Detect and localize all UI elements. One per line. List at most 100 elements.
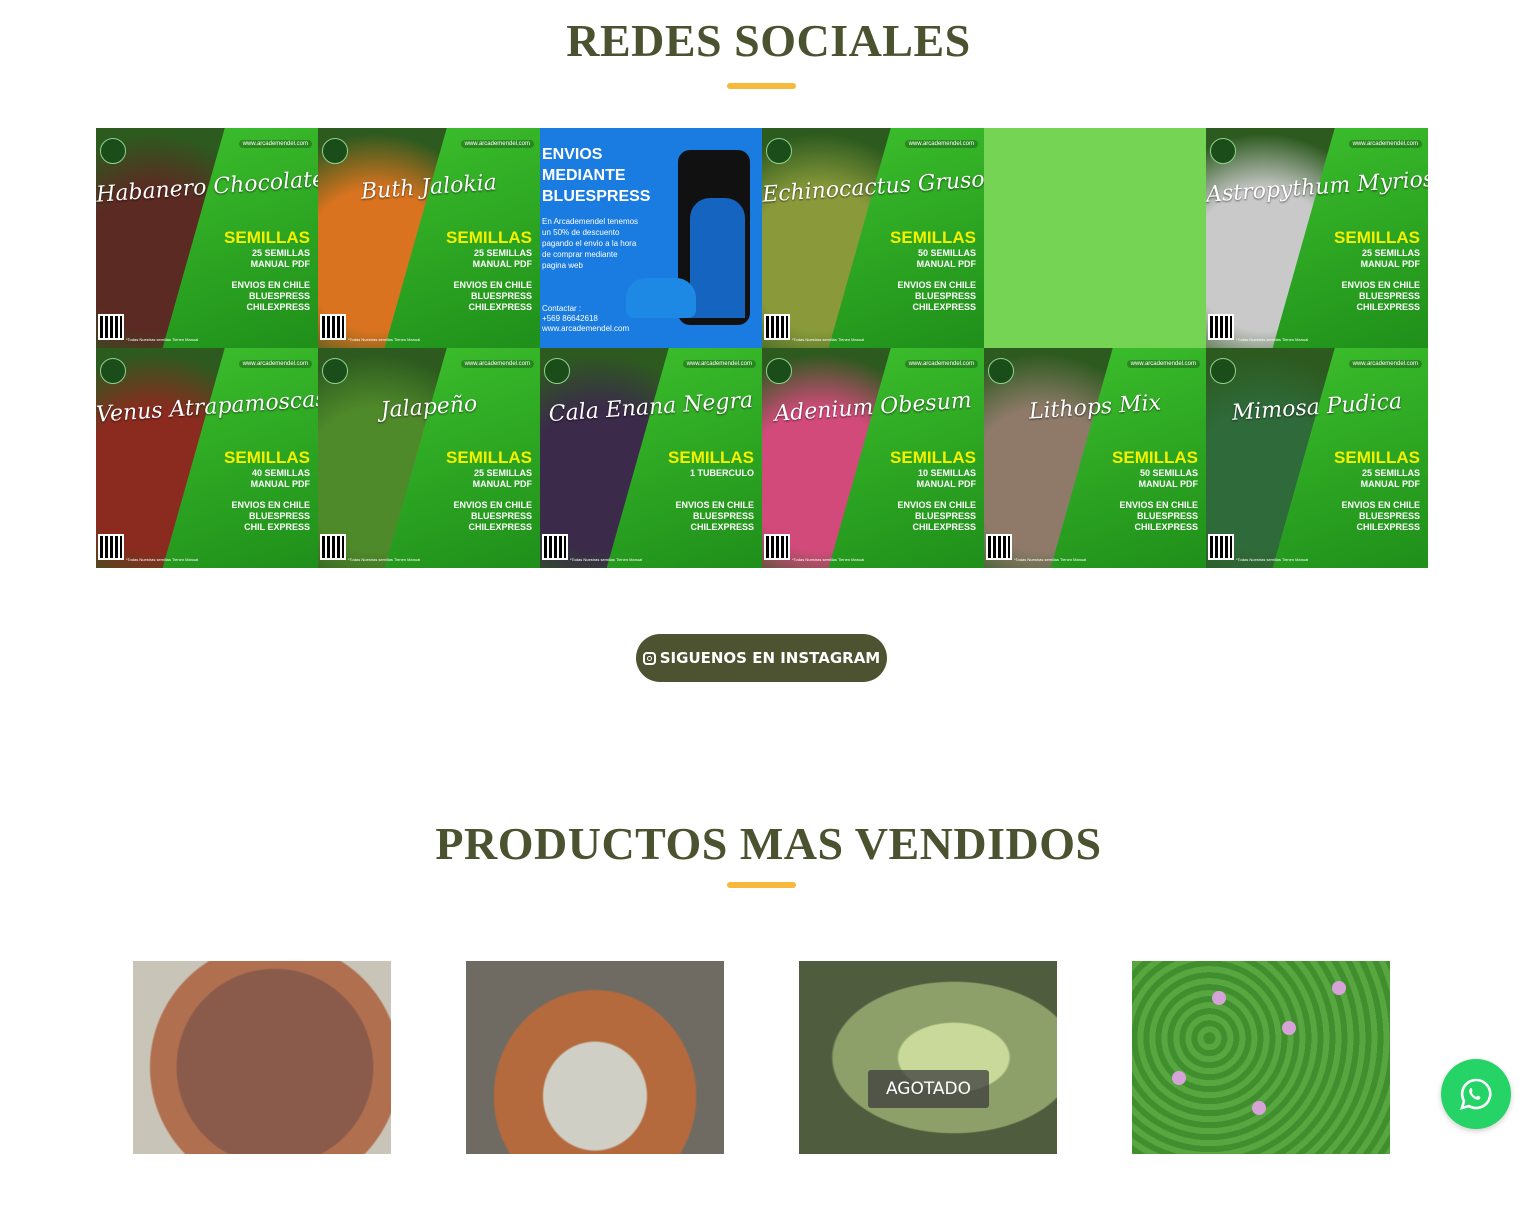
flower-decoration bbox=[1282, 1021, 1296, 1035]
post-semillas-label: SEMILLAS bbox=[446, 228, 532, 247]
post-shipping: ENVIOS EN CHILE BLUESPRESS CHILEXPRESS bbox=[897, 500, 976, 532]
post-quantity: 25 SEMILLAS MANUAL PDF bbox=[472, 248, 532, 269]
brand-logo-icon bbox=[1210, 358, 1236, 384]
qr-code-icon bbox=[98, 534, 124, 560]
post-quantity: 25 SEMILLAS MANUAL PDF bbox=[250, 248, 310, 269]
instagram-post[interactable]: www.arcademendel.com Habanero Chocolate SE… bbox=[96, 128, 318, 348]
social-section-title: REDES SOCIALES bbox=[566, 15, 971, 66]
post-semillas-label: SEMILLAS bbox=[890, 228, 976, 247]
post-quantity: 10 SEMILLAS MANUAL PDF bbox=[916, 468, 976, 489]
post-quantity: 1 TUBERCULO bbox=[689, 468, 754, 478]
qr-code-icon bbox=[542, 534, 568, 560]
post-shipping: ENVIOS EN CHILE BLUESPRESS CHIL EXPRESS bbox=[231, 500, 310, 532]
post-note: *Todas Nuestras semillas Tienen Manual bbox=[1236, 337, 1309, 342]
post-url: www.arcademendel.com bbox=[1126, 360, 1200, 368]
post-semillas-label: SEMILLAS bbox=[1334, 228, 1420, 247]
post-note: *Todas Nuestras semillas Tienen Manual bbox=[570, 557, 643, 562]
product-image-astrophytum[interactable] bbox=[466, 961, 724, 1154]
post-shipping: ENVIOS EN CHILE BLUESPRESS CHILEXPRESS bbox=[453, 500, 532, 532]
brand-logo-icon bbox=[322, 358, 348, 384]
flower-decoration bbox=[1332, 981, 1346, 995]
post-semillas-label: SEMILLAS bbox=[446, 448, 532, 467]
post-headline: ENVIOS MEDIANTE BLUESPRESS bbox=[542, 146, 651, 205]
instagram-post[interactable]: www.arcademendel.com Mimosa Pudica SEMILLA… bbox=[1206, 348, 1428, 568]
post-semillas-label: SEMILLAS bbox=[1112, 448, 1198, 467]
post-quantity: 50 SEMILLAS MANUAL PDF bbox=[916, 248, 976, 269]
qr-code-icon bbox=[764, 314, 790, 340]
post-contact: Contactar : +569 86642618 www.arcademend… bbox=[542, 304, 630, 333]
post-body: En Arcademendel tenemos un 50% de descue… bbox=[542, 217, 639, 270]
post-semillas-label: SEMILLAS bbox=[224, 228, 310, 247]
instagram-feed-grid: www.arcademendel.com Habanero Chocolate SE… bbox=[96, 128, 1428, 568]
courier-illustration bbox=[690, 198, 745, 318]
post-shipping: ENVIOS EN CHILE BLUESPRESS CHILEXPRESS bbox=[675, 500, 754, 532]
whatsapp-button[interactable] bbox=[1441, 1059, 1511, 1129]
brand-logo-icon bbox=[1210, 138, 1236, 164]
products-section-title: PRODUCTOS MAS VENDIDOS bbox=[435, 818, 1102, 869]
product-image-plant-sold-out[interactable] bbox=[799, 961, 1057, 1154]
post-url: www.arcademendel.com bbox=[904, 140, 978, 148]
post-semillas-label: SEMILLAS bbox=[668, 448, 754, 467]
post-url: www.arcademendel.com bbox=[682, 360, 756, 368]
post-quantity: 40 SEMILLAS MANUAL PDF bbox=[250, 468, 310, 489]
post-note: *Todas Nuestras semillas Tienen Manual bbox=[348, 337, 421, 342]
post-note: *Todas Nuestras semillas Tienen Manual bbox=[126, 557, 199, 562]
instagram-post[interactable]: www.arcademendel.com Jalapeño SEMILLAS 25 S… bbox=[318, 348, 540, 568]
qr-code-icon bbox=[764, 534, 790, 560]
post-url: www.arcademendel.com bbox=[238, 360, 312, 368]
post-note: *Todas Nuestras semillas Tienen Manual bbox=[792, 337, 865, 342]
qr-code-icon bbox=[320, 534, 346, 560]
whatsapp-icon bbox=[1460, 1078, 1492, 1110]
post-url: www.arcademendel.com bbox=[1348, 360, 1422, 368]
qr-code-icon bbox=[1208, 534, 1234, 560]
post-url: www.arcademendel.com bbox=[1348, 140, 1422, 148]
brand-logo-icon bbox=[100, 138, 126, 164]
instagram-post[interactable] bbox=[984, 128, 1206, 348]
post-quantity: 25 SEMILLAS MANUAL PDF bbox=[1360, 248, 1420, 269]
sold-out-badge: AGOTADO bbox=[868, 1070, 989, 1108]
instagram-post[interactable]: www.arcademendel.com Lithops Mix SEMILLAS 5… bbox=[984, 348, 1206, 568]
instagram-post[interactable]: www.arcademendel.com Echinocactus Grusoni… bbox=[762, 128, 984, 348]
product-image-lithops[interactable] bbox=[133, 961, 391, 1154]
instagram-icon bbox=[642, 651, 656, 665]
instagram-post[interactable]: www.arcademendel.com Buth Jalokia SEMILLAS… bbox=[318, 128, 540, 348]
post-semillas-label: SEMILLAS bbox=[890, 448, 976, 467]
post-url: www.arcademendel.com bbox=[460, 360, 534, 368]
follow-instagram-label: SIGUENOS EN INSTAGRAM bbox=[659, 649, 881, 667]
post-quantity: 50 SEMILLAS MANUAL PDF bbox=[1138, 468, 1198, 489]
instagram-post[interactable]: www.arcademendel.com Venus Atrapamoscas SE… bbox=[96, 348, 318, 568]
scooter-illustration bbox=[626, 278, 696, 318]
product-image-mimosa[interactable] bbox=[1132, 961, 1390, 1154]
post-semillas-label: SEMILLAS bbox=[224, 448, 310, 467]
instagram-post[interactable]: www.arcademendel.com Cala Enana Negra SEMI… bbox=[540, 348, 762, 568]
instagram-post[interactable]: ENVIOS MEDIANTE BLUESPRESS En Arcademende… bbox=[540, 128, 762, 348]
brand-logo-icon bbox=[766, 358, 792, 384]
post-quantity: 25 SEMILLAS MANUAL PDF bbox=[472, 468, 532, 489]
brand-logo-icon bbox=[322, 138, 348, 164]
brand-logo-icon bbox=[988, 358, 1014, 384]
flower-decoration bbox=[1252, 1101, 1266, 1115]
post-semillas-label: SEMILLAS bbox=[1334, 448, 1420, 467]
qr-code-icon bbox=[1208, 314, 1234, 340]
instagram-post[interactable]: www.arcademendel.com Astropythum Myriosti… bbox=[1206, 128, 1428, 348]
post-shipping: ENVIOS EN CHILE BLUESPRESS CHILEXPRESS bbox=[897, 280, 976, 312]
qr-code-icon bbox=[320, 314, 346, 340]
post-note: *Todas Nuestras semillas Tienen Manual bbox=[348, 557, 421, 562]
post-note: *Todas Nuestras semillas Tienen Manual bbox=[792, 557, 865, 562]
qr-code-icon bbox=[98, 314, 124, 340]
post-url: www.arcademendel.com bbox=[238, 140, 312, 148]
flower-decoration bbox=[1172, 1071, 1186, 1085]
post-note: *Todas Nuestras semillas Tienen Manual bbox=[1014, 557, 1087, 562]
brand-logo-icon bbox=[544, 358, 570, 384]
instagram-post[interactable]: www.arcademendel.com Adenium Obesum SEMILL… bbox=[762, 348, 984, 568]
brand-logo-icon bbox=[766, 138, 792, 164]
post-shipping: ENVIOS EN CHILE BLUESPRESS CHILEXPRESS bbox=[1341, 280, 1420, 312]
post-note: *Todas Nuestras semillas Tienen Manual bbox=[1236, 557, 1309, 562]
title-underline bbox=[727, 83, 796, 89]
post-shipping: ENVIOS EN CHILE BLUESPRESS CHILEXPRESS bbox=[231, 280, 310, 312]
follow-instagram-button[interactable]: SIGUENOS EN INSTAGRAM bbox=[636, 634, 887, 682]
post-shipping: ENVIOS EN CHILE BLUESPRESS CHILEXPRESS bbox=[1341, 500, 1420, 532]
post-shipping: ENVIOS EN CHILE BLUESPRESS CHILEXPRESS bbox=[453, 280, 532, 312]
post-shipping: ENVIOS EN CHILE BLUESPRESS CHILEXPRESS bbox=[1119, 500, 1198, 532]
flower-decoration bbox=[1212, 991, 1226, 1005]
